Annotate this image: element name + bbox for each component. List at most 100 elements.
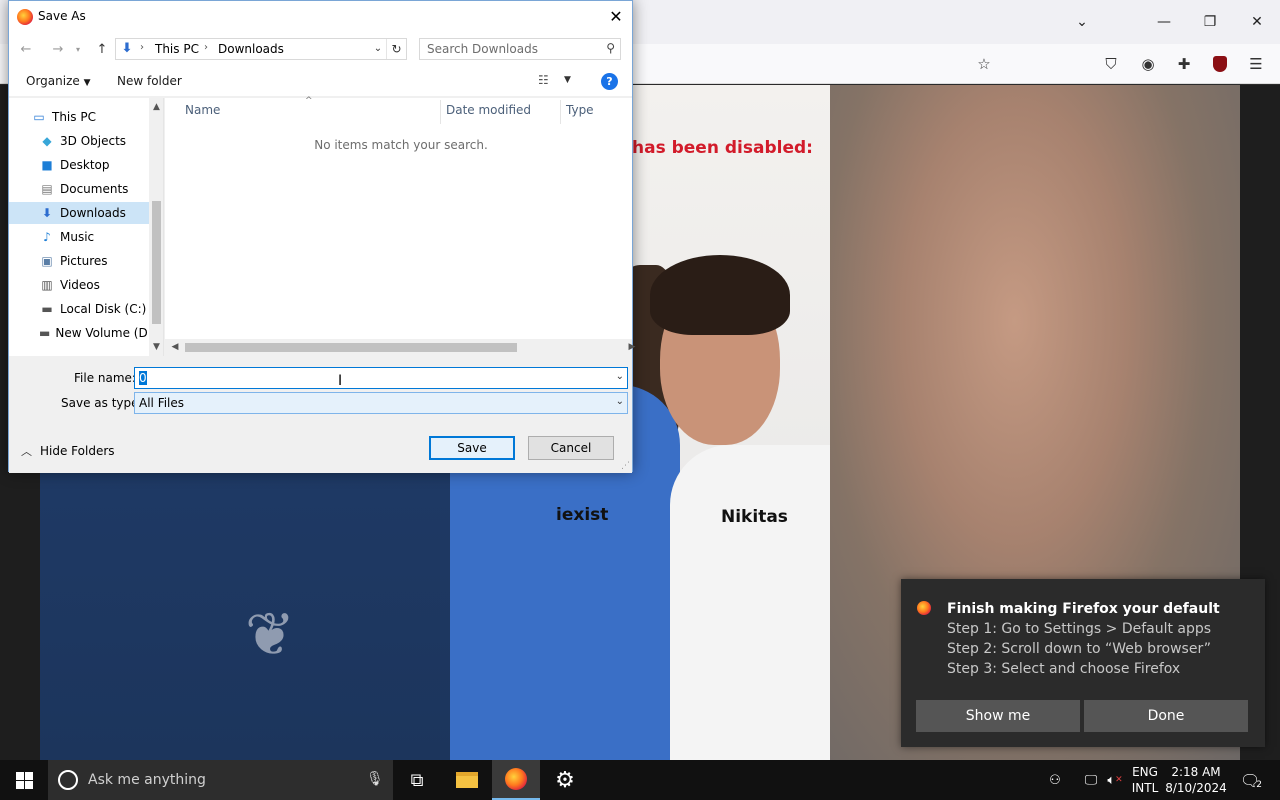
scroll-right-icon[interactable]: ▶ xyxy=(624,339,640,356)
firefox-app-icon xyxy=(17,9,33,25)
recent-locations-icon[interactable]: ▾ xyxy=(67,39,89,59)
search-input[interactable] xyxy=(420,39,600,59)
disabled-caption: has been disabled: xyxy=(632,138,813,158)
sidebar-item-local-disk[interactable]: ▬ Local Disk (C:) xyxy=(9,298,149,320)
firefox-taskbar-icon[interactable] xyxy=(492,760,540,800)
bookmark-star-icon[interactable]: ☆ xyxy=(971,52,997,76)
refresh-icon[interactable]: ↻ xyxy=(386,39,406,59)
sidebar-item-music[interactable]: ♪ Music xyxy=(9,226,149,248)
breadcrumb-downloads[interactable]: Downloads xyxy=(218,42,284,56)
microphone-icon[interactable]: 🎙︎ xyxy=(366,771,384,787)
settings-gear-icon[interactable]: ⚙ xyxy=(541,760,589,800)
scroll-left-icon[interactable]: ◀ xyxy=(167,339,183,356)
scroll-down-icon[interactable]: ▼ xyxy=(149,340,163,355)
dialog-title: Save As xyxy=(38,9,86,23)
task-view-icon[interactable]: ⧉ xyxy=(393,760,441,800)
list-all-tabs-icon[interactable]: ⌄ xyxy=(1059,0,1105,44)
save-button[interactable]: Save xyxy=(429,436,515,460)
pocket-icon[interactable]: ⛉ xyxy=(1098,52,1124,76)
sidebar-item-label: 3D Objects xyxy=(60,134,127,148)
sidebar-item-label: Pictures xyxy=(60,254,108,268)
taskbar-search-box[interactable]: Ask me anything 🎙︎ xyxy=(48,760,393,800)
notification-title: Finish making Firefox your default xyxy=(947,601,1220,617)
forward-arrow-icon[interactable]: → xyxy=(47,39,69,59)
text-cursor-icon: I xyxy=(338,373,343,389)
sidebar-item-label: Desktop xyxy=(60,158,110,172)
music-note-icon: ♪ xyxy=(43,230,51,244)
photo-label-right: Nikitas xyxy=(721,507,788,527)
scroll-up-icon[interactable]: ▲ xyxy=(149,100,163,115)
close-window-button[interactable]: ✕ xyxy=(1234,0,1280,44)
ublock-shield-icon[interactable] xyxy=(1207,52,1233,76)
sidebar-item-desktop[interactable]: ■ Desktop xyxy=(9,154,149,176)
sidebar-item-new-volume[interactable]: ▬ New Volume (D: xyxy=(9,322,152,344)
notification-step-1: Step 1: Go to Settings > Default apps xyxy=(947,621,1212,637)
horizontal-scrollbar[interactable]: ◀ ▶ xyxy=(165,339,635,356)
sidebar-item-pictures[interactable]: ▣ Pictures xyxy=(9,250,149,272)
view-dropdown-icon[interactable]: ▼ xyxy=(564,75,571,85)
sidebar-item-3d-objects[interactable]: ◆ 3D Objects xyxy=(9,130,149,152)
column-name[interactable]: Name xyxy=(185,103,220,117)
action-center-icon[interactable]: 🗨︎ 2 xyxy=(1236,760,1266,800)
hide-folders-button[interactable]: ︿ Hide Folders xyxy=(21,443,115,459)
save-as-dialog: Save As ✕ ← → ▾ ↑ ⬇ › This PC › Download… xyxy=(8,0,635,473)
scrollbar-thumb[interactable] xyxy=(185,343,517,352)
breadcrumb-this-pc[interactable]: This PC xyxy=(155,42,199,56)
breadcrumb-separator-icon[interactable]: › xyxy=(204,42,208,53)
done-button[interactable]: Done xyxy=(1084,700,1248,732)
chevron-down-icon[interactable]: ⌄ xyxy=(616,371,624,382)
column-header-row: ^ Name Date modified Type xyxy=(165,96,632,124)
minimize-window-button[interactable]: — xyxy=(1141,0,1187,44)
help-icon[interactable]: ? xyxy=(601,73,618,90)
notification-step-3: Step 3: Select and choose Firefox xyxy=(947,661,1181,677)
drive-icon: ▬ xyxy=(39,326,51,340)
volume-muted-icon[interactable]: 🔈︎ ✕ xyxy=(1104,760,1126,800)
scrollbar-thumb[interactable] xyxy=(152,201,161,324)
column-divider[interactable] xyxy=(560,100,561,124)
account-icon[interactable]: ◉ xyxy=(1135,52,1161,76)
save-type-label: Save as type: xyxy=(61,396,143,410)
view-options-icon[interactable]: ☷ xyxy=(538,73,556,89)
column-date-modified[interactable]: Date modified xyxy=(446,103,531,117)
navigation-scrollbar[interactable]: ▲ ▼ xyxy=(149,98,163,356)
notification-step-2: Step 2: Scroll down to “Web browser” xyxy=(947,641,1212,657)
up-arrow-icon[interactable]: ↑ xyxy=(91,39,113,59)
sidebar-item-label: This PC xyxy=(52,110,96,124)
file-name-field[interactable]: ⌄ xyxy=(134,367,628,389)
sidebar-item-videos[interactable]: ▥ Videos xyxy=(9,274,149,296)
clock[interactable]: 2:18 AM 8/10/2024 xyxy=(1164,764,1228,796)
network-icon[interactable]: 🖵︎ xyxy=(1080,760,1102,800)
search-field[interactable]: ⚲ xyxy=(419,38,621,60)
organize-label: Organize xyxy=(26,74,80,88)
column-type[interactable]: Type xyxy=(566,103,594,117)
restore-window-button[interactable]: ❐ xyxy=(1187,0,1233,44)
dialog-close-button[interactable]: ✕ xyxy=(600,1,632,32)
column-divider[interactable] xyxy=(440,100,441,124)
chevron-down-icon[interactable]: ⌄ xyxy=(616,396,624,407)
new-folder-button[interactable]: New folder xyxy=(117,74,182,88)
back-arrow-icon[interactable]: ← xyxy=(15,39,37,59)
keyboard-layout: INTL xyxy=(1131,781,1159,795)
sidebar-item-documents[interactable]: ▤ Documents xyxy=(9,178,149,200)
menu-hamburger-icon[interactable]: ☰ xyxy=(1243,52,1269,76)
sidebar-item-this-pc[interactable]: ▭ This PC xyxy=(9,106,149,128)
empty-folder-message: No items match your search. xyxy=(314,138,488,152)
save-type-select[interactable]: All Files ⌄ xyxy=(134,392,628,414)
chevron-down-icon: ▼ xyxy=(83,78,91,88)
sidebar-item-downloads[interactable]: ⬇ Downloads xyxy=(9,202,149,224)
cancel-button[interactable]: Cancel xyxy=(528,436,614,460)
taskbar-search-placeholder: Ask me anything xyxy=(88,772,206,788)
address-dropdown-icon[interactable]: ⌄ xyxy=(370,41,386,57)
sidebar-item-label: Downloads xyxy=(60,206,126,220)
breadcrumb-separator-icon[interactable]: › xyxy=(140,42,144,53)
input-language-indicator[interactable]: ENG INTL xyxy=(1128,764,1162,796)
people-icon[interactable]: ⚇ xyxy=(1042,760,1068,800)
file-name-input[interactable] xyxy=(135,368,605,388)
extensions-icon[interactable]: ✚ xyxy=(1171,52,1197,76)
show-me-button[interactable]: Show me xyxy=(916,700,1080,732)
file-explorer-icon[interactable] xyxy=(443,760,491,800)
address-bar[interactable]: ⬇ › This PC › Downloads ⌄ ↻ xyxy=(115,38,407,60)
organize-button[interactable]: Organize ▼ xyxy=(26,74,91,88)
resize-grip-icon[interactable]: ⋰ xyxy=(621,461,630,471)
start-button[interactable] xyxy=(0,760,48,800)
